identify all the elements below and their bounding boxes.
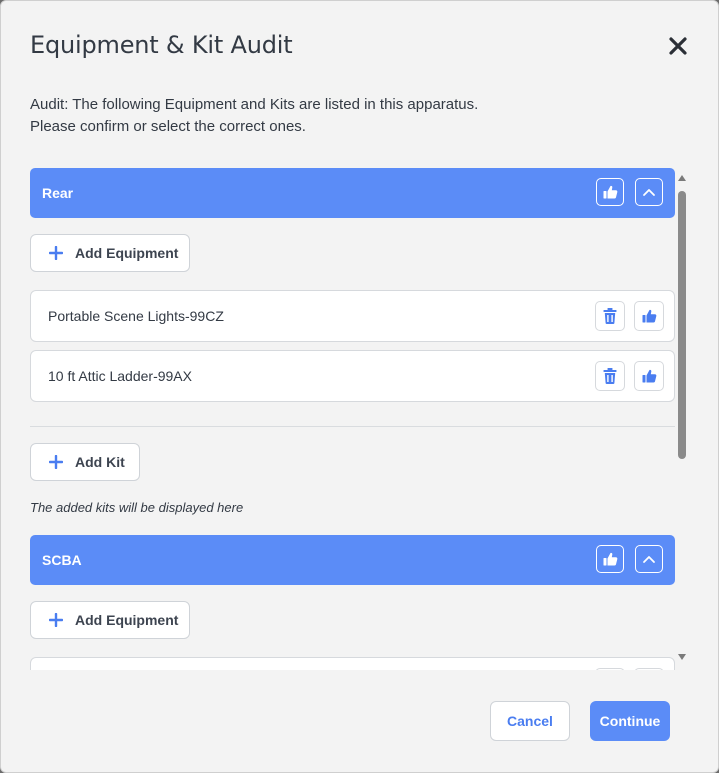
section-divider	[30, 426, 675, 427]
equipment-kit-audit-modal: Equipment & Kit Audit Audit: The followi…	[0, 0, 719, 773]
chevron-up-icon	[643, 556, 655, 563]
section-label: Rear	[42, 185, 74, 201]
equipment-row: Portable Scene Lights-99CZ	[30, 290, 675, 342]
confirm-equipment-button[interactable]	[634, 361, 664, 391]
modal-title: Equipment & Kit Audit	[30, 31, 293, 59]
equipment-name: 10 ft Attic Ladder-99AX	[48, 368, 192, 384]
plus-icon	[49, 455, 63, 469]
equipment-row	[30, 657, 675, 670]
delete-equipment-button[interactable]	[595, 301, 625, 331]
kits-placeholder-text: The added kits will be displayed here	[30, 500, 244, 515]
confirm-equipment-button[interactable]	[634, 668, 664, 670]
add-equipment-button[interactable]: Add Equipment	[30, 601, 190, 639]
confirm-equipment-button[interactable]	[634, 301, 664, 331]
add-equipment-label: Add Equipment	[75, 245, 179, 261]
collapse-section-button[interactable]	[635, 545, 663, 573]
confirm-section-button[interactable]	[596, 545, 624, 573]
confirm-section-button[interactable]	[596, 178, 624, 206]
add-equipment-label: Add Equipment	[75, 612, 179, 628]
close-button[interactable]	[665, 33, 691, 59]
collapse-section-button[interactable]	[635, 178, 663, 206]
audit-scroll-area[interactable]: Rear Add Equipment Portable Scene Lights…	[30, 168, 676, 670]
continue-button[interactable]: Continue	[590, 701, 670, 741]
add-kit-label: Add Kit	[75, 454, 125, 470]
thumbs-up-icon	[642, 369, 656, 383]
thumbs-up-icon	[603, 185, 617, 199]
equipment-name: Portable Scene Lights-99CZ	[48, 308, 224, 324]
scroll-up-arrow-icon[interactable]	[678, 175, 686, 181]
add-kit-button[interactable]: Add Kit	[30, 443, 140, 481]
description-line-2: Please confirm or select the correct one…	[30, 118, 306, 135]
audit-description: Audit: The following Equipment and Kits …	[30, 94, 478, 138]
thumbs-up-icon	[642, 309, 656, 323]
delete-equipment-button[interactable]	[595, 668, 625, 670]
section-label: SCBA	[42, 552, 82, 568]
trash-icon	[603, 368, 617, 384]
description-line-1: Audit: The following Equipment and Kits …	[30, 96, 479, 113]
scrollbar-thumb[interactable]	[678, 191, 686, 459]
plus-icon	[49, 246, 63, 260]
scroll-down-arrow-icon[interactable]	[678, 654, 686, 660]
thumbs-up-icon	[603, 552, 617, 566]
equipment-row: 10 ft Attic Ladder-99AX	[30, 350, 675, 402]
vertical-scrollbar[interactable]	[677, 173, 687, 663]
plus-icon	[49, 613, 63, 627]
delete-equipment-button[interactable]	[595, 361, 625, 391]
section-header-scba[interactable]: SCBA	[30, 535, 675, 585]
cancel-button[interactable]: Cancel	[490, 701, 570, 741]
close-icon[interactable]	[669, 37, 687, 55]
trash-icon	[603, 308, 617, 324]
section-header-rear[interactable]: Rear	[30, 168, 675, 218]
chevron-up-icon	[643, 189, 655, 196]
add-equipment-button[interactable]: Add Equipment	[30, 234, 190, 272]
